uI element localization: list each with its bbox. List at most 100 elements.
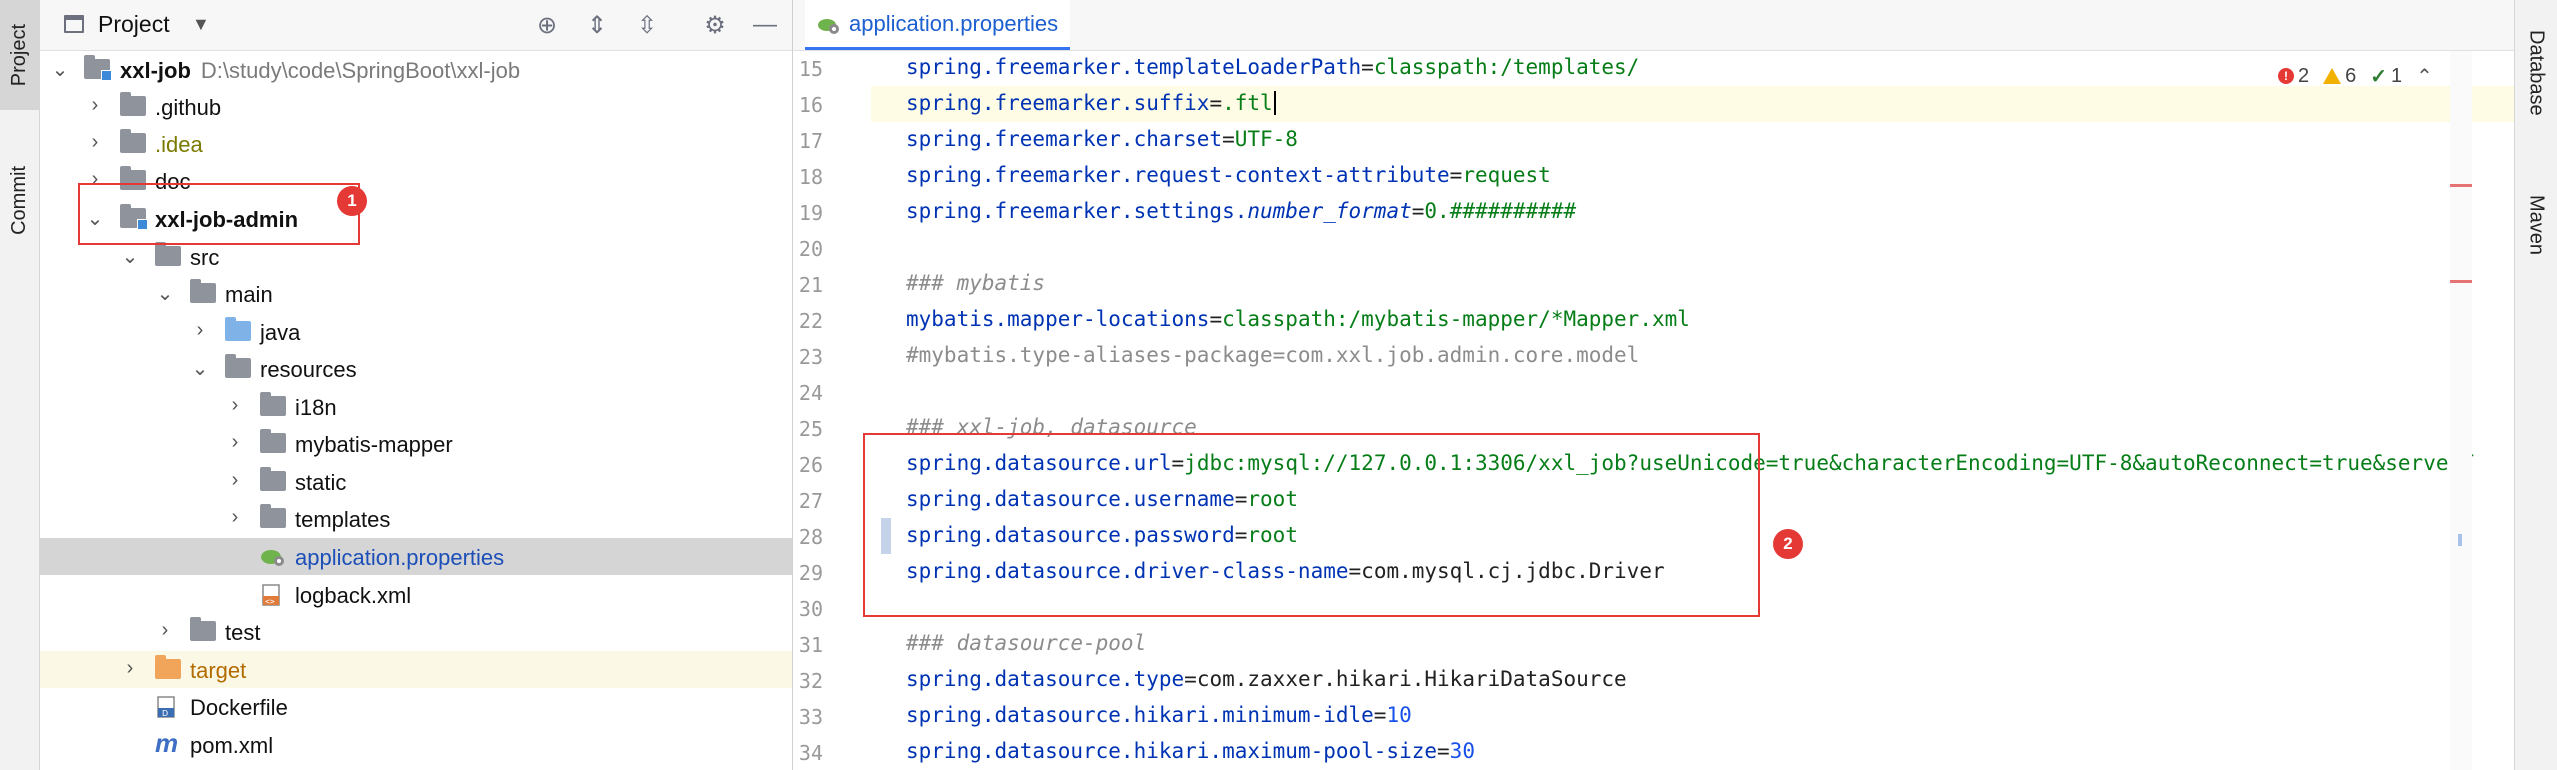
tree-item-github[interactable]: › .github [40,88,792,125]
chevron-right-icon[interactable]: › [225,431,245,454]
annotation-box-1 [78,183,360,245]
expand-all-icon[interactable]: ⇕ [582,10,612,40]
chevron-right-icon[interactable]: › [225,394,245,417]
code-line-16[interactable]: spring.freemarker.suffix=.ftl [906,91,1276,115]
line-number: 18 [798,165,823,189]
tree-item-label: pom.xml [190,733,274,758]
code-line-19[interactable]: spring.freemarker.settings.number_format… [906,199,1576,223]
line-number-gutter: 15 16 17 18 19 20 21 22 23 24 25 26 27 28 29 30 31 32 33 34 [793,51,871,770]
project-view-selector[interactable]: Project [98,11,170,38]
chevron-right-icon[interactable]: › [190,319,210,342]
code-line-34[interactable]: spring.datasource.hikari.maximum-pool-si… [906,739,1475,763]
editor-scrollbar[interactable] [2450,51,2472,770]
tree-item-logback-xml[interactable]: <> logback.xml [40,576,792,613]
chevron-down-icon[interactable]: ⌄ [155,281,175,306]
docker-file-icon: D [155,696,181,718]
code-line-32[interactable]: spring.datasource.type=com.zaxxer.hikari… [906,667,1627,691]
source-folder-icon [225,317,251,341]
tree-item-mybatis-mapper[interactable]: › mybatis-mapper [40,425,792,462]
tool-tab-maven[interactable]: Maven [2515,170,2557,280]
error-count[interactable]: ! 2 [2278,65,2309,88]
text-caret [1273,91,1276,115]
tree-item-label: .github [155,95,222,120]
code-line-31[interactable]: ### datasource-pool [906,631,1146,655]
code-line-17[interactable]: spring.freemarker.charset=UTF-8 [906,127,1298,151]
line-number: 16 [798,93,823,117]
tree-item-label: static [295,470,347,495]
resources-folder-icon [225,354,251,378]
folder-icon [260,392,286,416]
line-number: 34 [798,741,823,765]
error-stripe-marker[interactable] [2450,184,2472,187]
tree-item-label: .idea [155,132,203,157]
tool-tab-database[interactable]: Database [2515,8,2557,138]
chevron-right-icon[interactable]: › [85,94,105,117]
warning-count[interactable]: 6 [2323,65,2356,88]
check-icon: ✓ [2370,65,2388,88]
previous-highlight-icon[interactable]: ⌃ [2416,64,2433,89]
line-number: 22 [798,309,823,333]
line-number: 27 [798,489,823,513]
folder-icon [120,129,146,153]
tree-item-main[interactable]: ⌄ main [40,275,792,312]
tree-item-static[interactable]: › static [40,463,792,500]
tool-tab-project[interactable]: Project [0,0,39,110]
editor-tab-label: application.properties [849,10,1059,36]
line-number: 30 [798,597,823,621]
code-line-21[interactable]: ### mybatis [906,271,1045,295]
tree-item-label: templates [295,507,391,532]
tree-item-application-properties[interactable]: application.properties [40,538,792,575]
chevron-down-icon[interactable]: ⌄ [120,244,140,269]
error-stripe-marker[interactable] [2450,280,2472,283]
chevron-right-icon[interactable]: › [85,131,105,154]
chevron-down-icon[interactable]: ⌄ [50,57,70,82]
tool-tab-commit-label: Commit [8,165,30,235]
spring-properties-file-icon [817,15,839,34]
tree-item-resources[interactable]: ⌄ resources [40,350,792,387]
tree-item-templates[interactable]: › templates [40,500,792,537]
tree-item-label: mybatis-mapper [295,432,453,457]
excluded-folder-icon [155,655,181,679]
chevron-right-icon[interactable]: › [225,506,245,529]
code-line-22[interactable]: mybatis.mapper-locations=classpath:/myba… [906,307,1690,331]
tree-item-dockerfile[interactable]: D Dockerfile [40,688,792,725]
warning-icon [2323,68,2342,84]
code-line-15[interactable]: spring.freemarker.templateLoaderPath=cla… [906,55,1639,79]
ok-count[interactable]: ✓ 1 [2370,64,2402,89]
project-path: D:\study\code\SpringBoot\xxl-job [200,58,521,83]
tree-item-label: Dockerfile [190,695,288,720]
collapse-all-icon[interactable]: ⇳ [632,10,662,40]
code-line-23[interactable]: #mybatis.type-aliases-package=com.xxl.jo… [906,343,1639,367]
folder-icon [190,617,216,641]
line-number: 25 [798,417,823,441]
tree-item-pom-xml[interactable]: m pom.xml [40,726,792,763]
tree-item-test[interactable]: › test [40,613,792,650]
chevron-right-icon[interactable]: › [155,619,175,642]
tree-item-idea[interactable]: › .idea [40,125,792,162]
code-line-33[interactable]: spring.datasource.hikari.minimum-idle=10 [906,703,1412,727]
line-number: 23 [798,345,823,369]
chevron-down-icon[interactable]: ▼ [192,14,210,35]
chevron-right-icon[interactable]: › [225,469,245,492]
error-icon: ! [2278,68,2294,84]
tree-item-xxl-job[interactable]: ⌄ xxl-job D:\study\code\SpringBoot\xxl-jo… [40,51,792,88]
chevron-right-icon[interactable]: › [120,657,140,680]
editor-tab-bar: application.properties [793,0,2515,51]
tool-tab-database-label: Database [2525,30,2548,116]
code-line-18[interactable]: spring.freemarker.request-context-attrib… [906,163,1551,187]
tool-tab-commit[interactable]: Commit [0,140,39,260]
editor-tab-application-properties[interactable]: application.properties [805,0,1071,50]
line-number: 19 [798,201,823,225]
tree-item-target[interactable]: › target [40,651,792,688]
line-number: 21 [798,273,823,297]
locate-file-icon[interactable]: ⊕ [532,10,562,40]
folder-icon [120,92,146,116]
line-number: 15 [798,57,823,81]
chevron-down-icon[interactable]: ⌄ [190,356,210,381]
line-number: 24 [798,381,823,405]
gear-icon[interactable]: ⚙ [700,10,730,40]
minimize-icon[interactable]: — [750,10,780,40]
tree-item-i18n[interactable]: › i18n [40,388,792,425]
tree-item-label: xxl-job D:\study\code\SpringBoot\xxl-job [120,58,521,83]
tree-item-java[interactable]: › java [40,313,792,350]
